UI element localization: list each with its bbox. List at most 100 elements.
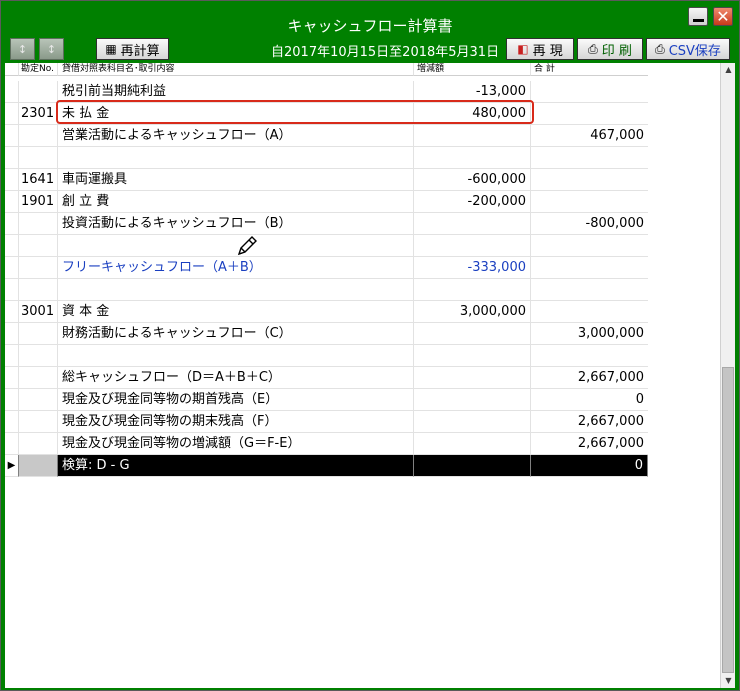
row-name — [58, 279, 414, 301]
row-diff — [414, 125, 531, 147]
table-row[interactable] — [5, 147, 648, 169]
close-button[interactable]: ✕ — [713, 7, 733, 26]
table-row[interactable] — [5, 235, 648, 257]
print-label: 印 刷 — [601, 43, 632, 59]
row-indicator — [5, 103, 19, 125]
row-name: 車両運搬具 — [58, 169, 414, 191]
row-code — [19, 433, 58, 455]
row-indicator — [5, 191, 19, 213]
check-row[interactable]: ▶ 検算: D - G 0 — [5, 455, 648, 477]
table-row[interactable]: 1901 創 立 費 -200,000 — [5, 191, 648, 213]
row-indicator — [5, 279, 19, 301]
printer-icon: ⎙ — [655, 41, 665, 56]
row-code — [19, 125, 58, 147]
scrollbar-thumb[interactable] — [722, 367, 734, 673]
row-code — [19, 323, 58, 345]
row-code — [19, 279, 58, 301]
row-code — [19, 147, 58, 169]
row-code — [19, 257, 58, 279]
sort-descending-button[interactable]: ↕ — [39, 38, 64, 60]
table-row[interactable] — [5, 345, 648, 367]
row-code — [19, 411, 58, 433]
replay-icon: ◧ — [517, 42, 529, 56]
vertical-scrollbar[interactable]: ▲ ▼ — [720, 63, 735, 688]
table-header: 勘定No. 貸借対照表科目名･取引内容 増減額 合 計 — [5, 63, 648, 76]
row-diff — [414, 411, 531, 433]
table-row[interactable]: フリーキャッシュフロー（A＋B） -333,000 — [5, 257, 648, 279]
printer-icon: ⎙ — [588, 41, 598, 56]
recalculate-button[interactable]: ▦ 再計算 — [96, 38, 169, 60]
row-indicator — [5, 367, 19, 389]
current-row-indicator-icon: ▶ — [5, 455, 19, 477]
row-indicator — [5, 147, 19, 169]
table-row[interactable]: 投資活動によるキャッシュフロー（B） -800,000 — [5, 213, 648, 235]
row-code: 3001 — [19, 301, 58, 323]
row-code — [19, 213, 58, 235]
replay-button[interactable]: ◧ 再 現 — [506, 38, 574, 60]
row-total: 2,667,000 — [531, 411, 648, 433]
row-diff — [414, 433, 531, 455]
row-diff — [414, 279, 531, 301]
row-total: -800,000 — [531, 213, 648, 235]
row-name: フリーキャッシュフロー（A＋B） — [58, 257, 414, 279]
row-total: 2,667,000 — [531, 367, 648, 389]
table-row[interactable] — [5, 279, 648, 301]
row-name: 財務活動によるキャッシュフロー（C） — [58, 323, 414, 345]
title-bar: キャッシュフロー計算書 ✕ — [1, 1, 739, 35]
row-diff: 3,000,000 — [414, 301, 531, 323]
row-total — [531, 345, 648, 367]
table-row[interactable]: 財務活動によるキャッシュフロー（C） 3,000,000 — [5, 323, 648, 345]
row-total: 2,667,000 — [531, 433, 648, 455]
row-name: 営業活動によるキャッシュフロー（A） — [58, 125, 414, 147]
row-diff — [414, 213, 531, 235]
table-row[interactable]: 現金及び現金同等物の期首残高（E） 0 — [5, 389, 648, 411]
csv-save-label: CSV保存 — [668, 43, 721, 59]
period-label: 自2017年10月15日至2018年5月31日 — [271, 45, 500, 60]
row-total — [531, 301, 648, 323]
header-total: 合 計 — [531, 63, 648, 76]
table-row[interactable]: 営業活動によるキャッシュフロー（A） 467,000 — [5, 125, 648, 147]
row-code — [19, 235, 58, 257]
row-total — [531, 147, 648, 169]
row-total — [531, 169, 648, 191]
row-indicator — [5, 125, 19, 147]
table-row[interactable]: 1641 車両運搬具 -600,000 — [5, 169, 648, 191]
row-diff — [414, 345, 531, 367]
table-row[interactable]: 3001 資 本 金 3,000,000 — [5, 301, 648, 323]
scroll-down-icon[interactable]: ▼ — [721, 674, 736, 688]
row-indicator — [5, 169, 19, 191]
row-name: 資 本 金 — [58, 301, 414, 323]
row-indicator — [5, 235, 19, 257]
csv-save-button[interactable]: ⎙ CSV保存 — [646, 38, 730, 60]
highlight-outline — [56, 100, 534, 124]
row-code — [19, 345, 58, 367]
row-total — [531, 235, 648, 257]
row-indicator — [5, 257, 19, 279]
row-indicator — [5, 433, 19, 455]
row-name: 現金及び現金同等物の増減額（G＝F-E） — [58, 433, 414, 455]
header-diff: 増減額 — [414, 63, 531, 76]
row-name: 現金及び現金同等物の期末残高（F） — [58, 411, 414, 433]
row-code — [19, 367, 58, 389]
sort-ascending-button[interactable]: ↕ — [10, 38, 35, 60]
scroll-up-icon[interactable]: ▲ — [721, 63, 736, 77]
table-row[interactable]: 総キャッシュフロー（D＝A＋B＋C） 2,667,000 — [5, 367, 648, 389]
row-indicator — [5, 81, 19, 103]
table-row[interactable]: 現金及び現金同等物の期末残高（F） 2,667,000 — [5, 411, 648, 433]
row-code: 2301 — [19, 103, 58, 125]
calculator-icon: ▦ — [105, 42, 117, 56]
row-diff — [414, 235, 531, 257]
row-code: 1901 — [19, 191, 58, 213]
row-code — [19, 389, 58, 411]
row-total: 0 — [531, 389, 648, 411]
row-diff: -333,000 — [414, 257, 531, 279]
print-button[interactable]: ⎙ 印 刷 — [577, 38, 643, 60]
table-row[interactable]: 現金及び現金同等物の増減額（G＝F-E） 2,667,000 — [5, 433, 648, 455]
row-total — [531, 257, 648, 279]
row-diff: -600,000 — [414, 169, 531, 191]
check-row-total: 0 — [531, 455, 648, 477]
row-name — [58, 147, 414, 169]
row-diff — [414, 323, 531, 345]
minimize-button[interactable] — [688, 7, 708, 26]
row-name: 現金及び現金同等物の期首残高（E） — [58, 389, 414, 411]
